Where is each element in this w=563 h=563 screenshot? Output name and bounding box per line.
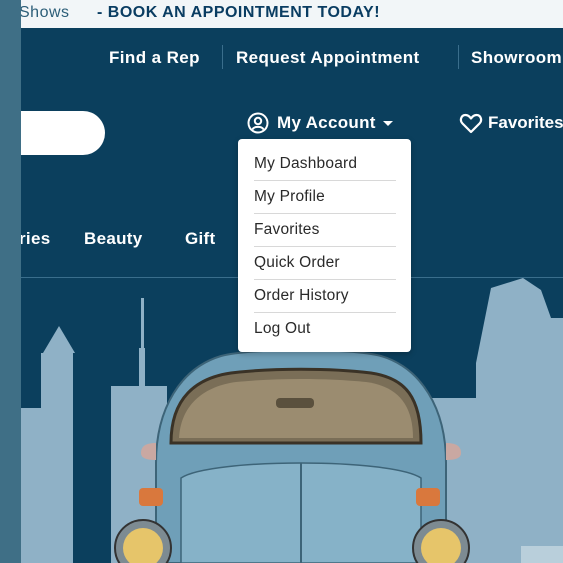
favorites-link[interactable]: Favorites	[459, 112, 563, 134]
car-illustration	[114, 349, 470, 563]
my-account-button[interactable]: My Account	[247, 112, 393, 134]
outer-frame	[0, 0, 21, 563]
category-accessories[interactable]: ries	[19, 229, 50, 249]
heart-icon	[459, 113, 483, 134]
top-nav: Find a Rep Request Appointment Showroom	[21, 28, 563, 86]
menu-item-my-dashboard[interactable]: My Dashboard	[254, 147, 396, 181]
announcement-bar[interactable]: Shows - BOOK AN APPOINTMENT TODAY!	[21, 0, 563, 28]
category-gift[interactable]: Gift	[185, 229, 215, 249]
page: Shows - BOOK AN APPOINTMENT TODAY! Find …	[0, 0, 563, 563]
top-nav-request-appointment[interactable]: Request Appointment	[236, 48, 420, 68]
search-input[interactable]	[21, 111, 105, 155]
caret-down-icon	[382, 120, 393, 126]
menu-item-log-out[interactable]: Log Out	[254, 312, 396, 345]
top-nav-find-rep[interactable]: Find a Rep	[109, 48, 200, 68]
top-nav-showroom[interactable]: Showroom	[471, 48, 562, 68]
category-beauty[interactable]: Beauty	[84, 229, 143, 249]
announcement-text[interactable]: - BOOK AN APPOINTMENT TODAY!	[97, 4, 380, 22]
announcement-prefix: Shows	[21, 4, 70, 21]
account-dropdown-menu: My Dashboard My Profile Favorites Quick …	[238, 139, 411, 352]
user-circle-icon	[247, 112, 269, 134]
menu-item-favorites[interactable]: Favorites	[254, 213, 396, 247]
my-account-label: My Account	[277, 113, 376, 132]
menu-item-my-profile[interactable]: My Profile	[254, 180, 396, 214]
top-nav-divider	[222, 45, 223, 69]
menu-item-order-history[interactable]: Order History	[254, 279, 396, 313]
favorites-label: Favorites	[488, 113, 563, 132]
top-nav-divider	[458, 45, 459, 69]
menu-item-quick-order[interactable]: Quick Order	[254, 246, 396, 280]
